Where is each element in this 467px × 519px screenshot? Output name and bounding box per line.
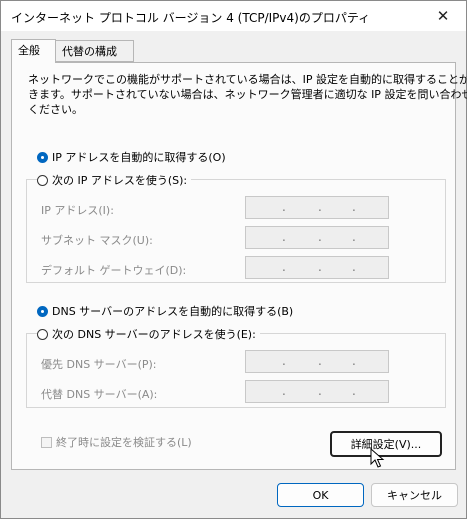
radio-unselected-icon <box>37 174 48 186</box>
ip-separator: . <box>352 260 356 274</box>
advanced-button[interactable]: 詳細設定(V)... <box>330 431 442 457</box>
description-line: ネットワークでこの機能がサポートされている場合は、IP 設定を自動的に取得するこ… <box>28 73 467 86</box>
description-line: きます。サポートされていない場合は、ネットワーク管理者に適切な IP 設定を問い… <box>28 88 467 101</box>
radio-dns-manual-label: 次の DNS サーバーのアドレスを使う(E): <box>52 328 256 341</box>
alternate-dns-input[interactable]: . . . <box>245 380 389 403</box>
radio-ip-manual[interactable]: 次の IP アドレスを使う(S): <box>37 172 192 188</box>
ip-separator: . <box>352 384 356 398</box>
ip-separator: . <box>318 230 322 244</box>
ip-separator: . <box>318 200 322 214</box>
title-bar: インターネット プロトコル バージョン 4 (TCP/IPv4)のプロパティ ✕ <box>1 1 466 31</box>
alternate-dns-label: 代替 DNS サーバー(A): <box>41 388 158 401</box>
ip-separator: . <box>282 200 286 214</box>
tab-general[interactable]: 全般 <box>11 39 56 63</box>
checkbox-icon <box>41 436 52 448</box>
dialog-window: インターネット プロトコル バージョン 4 (TCP/IPv4)のプロパティ ✕… <box>0 0 467 519</box>
window-title: インターネット プロトコル バージョン 4 (TCP/IPv4)のプロパティ <box>11 11 371 25</box>
mouse-pointer-icon <box>370 448 385 468</box>
ip-separator: . <box>352 354 356 368</box>
ip-address-label: IP アドレス(I): <box>41 204 114 217</box>
ip-separator: . <box>282 260 286 274</box>
ip-separator: . <box>352 230 356 244</box>
cancel-button[interactable]: キャンセル <box>371 483 458 507</box>
subnet-mask-input[interactable]: . . . <box>245 226 389 249</box>
preferred-dns-input[interactable]: . . . <box>245 350 389 373</box>
ip-separator: . <box>318 354 322 368</box>
radio-unselected-icon <box>37 328 48 340</box>
radio-dns-auto[interactable]: DNS サーバーのアドレスを自動的に取得する(B) <box>37 303 293 319</box>
default-gateway-input[interactable]: . . . <box>245 256 389 279</box>
validate-on-exit-checkbox[interactable]: 終了時に設定を検証する(L) <box>41 434 192 450</box>
ok-button-label: OK <box>312 488 329 502</box>
tab-panel-general: ネットワークでこの機能がサポートされている場合は、IP 設定を自動的に取得するこ… <box>11 62 467 470</box>
ip-separator: . <box>282 384 286 398</box>
tab-alternate-configuration[interactable]: 代替の構成 <box>55 40 134 62</box>
preferred-dns-label: 優先 DNS サーバー(P): <box>41 358 157 371</box>
ip-address-input[interactable]: . . . <box>245 196 389 219</box>
ip-separator: . <box>282 354 286 368</box>
subnet-mask-label: サブネット マスク(U): <box>41 234 153 247</box>
cancel-button-label: キャンセル <box>387 489 442 502</box>
default-gateway-label: デフォルト ゲートウェイ(D): <box>41 264 187 277</box>
validate-on-exit-label: 終了時に設定を検証する(L) <box>56 436 192 449</box>
radio-selected-icon <box>37 305 48 317</box>
radio-dns-auto-label: DNS サーバーのアドレスを自動的に取得する(B) <box>52 305 294 318</box>
tab-alternate-label: 代替の構成 <box>62 45 117 58</box>
ok-button[interactable]: OK <box>277 483 364 507</box>
ip-separator: . <box>282 230 286 244</box>
close-icon: ✕ <box>436 7 450 25</box>
close-button[interactable]: ✕ <box>420 1 466 31</box>
ip-separator: . <box>318 260 322 274</box>
radio-dns-manual[interactable]: 次の DNS サーバーのアドレスを使う(E): <box>37 326 260 342</box>
radio-selected-icon <box>37 151 48 163</box>
ip-separator: . <box>352 200 356 214</box>
tab-general-label: 全般 <box>18 44 40 57</box>
radio-ip-auto[interactable]: IP アドレスを自動的に取得する(O) <box>37 149 226 165</box>
description-line: ください。 <box>28 103 83 116</box>
radio-ip-manual-label: 次の IP アドレスを使う(S): <box>52 174 188 187</box>
ip-separator: . <box>318 384 322 398</box>
description-text: ネットワークでこの機能がサポートされている場合は、IP 設定を自動的に取得するこ… <box>28 72 467 117</box>
radio-ip-auto-label: IP アドレスを自動的に取得する(O) <box>52 151 226 164</box>
